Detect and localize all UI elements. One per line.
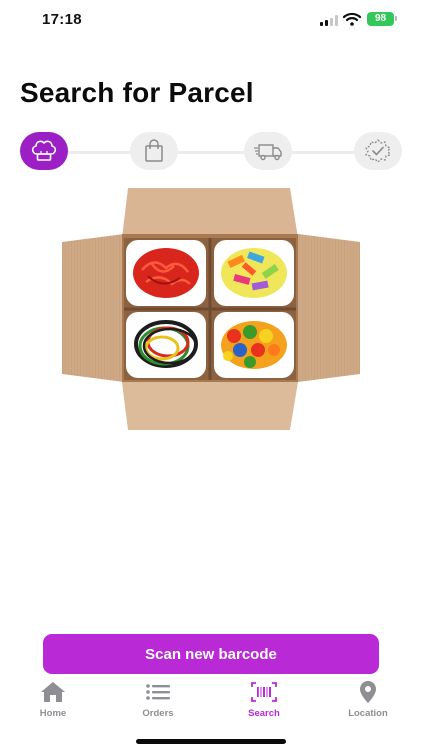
battery-indicator: 98	[367, 12, 394, 26]
badge-check-icon	[365, 139, 391, 163]
step-delivered	[354, 132, 402, 170]
status-time: 17:18	[42, 11, 82, 28]
status-bar: 17:18 98	[0, 0, 422, 40]
step-connector	[292, 151, 354, 154]
shopping-bag-icon	[145, 139, 163, 162]
barcode-icon	[251, 682, 277, 702]
wifi-icon	[343, 12, 361, 26]
step-prepare	[20, 132, 68, 170]
tab-orders[interactable]: Orders	[118, 680, 198, 724]
box-bottom-flap	[122, 382, 298, 430]
list-icon	[146, 684, 170, 700]
progress-steps	[20, 132, 402, 172]
cellular-signal-icon	[320, 15, 340, 26]
chef-hat-icon	[31, 140, 57, 161]
battery-tip	[395, 16, 397, 21]
step-shipping	[244, 132, 292, 170]
tab-search[interactable]: Search	[224, 680, 304, 724]
step-connector	[178, 151, 244, 154]
location-pin-icon	[360, 681, 376, 703]
home-icon	[41, 682, 65, 702]
tab-orders-label: Orders	[142, 708, 174, 719]
candy-cup-gummy-bears	[214, 312, 294, 378]
box-right-flap	[298, 234, 360, 382]
tab-home-label: Home	[39, 708, 67, 719]
step-connector	[68, 151, 130, 154]
page-title: Search for Parcel	[20, 77, 254, 108]
delivery-truck-icon	[254, 144, 282, 161]
step-packed	[130, 132, 178, 170]
scan-new-barcode-button[interactable]: Scan new barcode	[43, 634, 379, 674]
box-left-flap	[62, 234, 124, 382]
tab-bar: Home Orders Search Location	[0, 680, 422, 724]
candy-cup-licorice	[126, 312, 206, 378]
parcel-illustration	[62, 188, 360, 430]
tab-location[interactable]: Location	[328, 680, 408, 724]
tab-search-label: Search	[248, 708, 280, 719]
box-top-flap	[122, 188, 298, 238]
candy-cup-red	[126, 240, 206, 306]
tab-location-label: Location	[348, 708, 388, 719]
home-indicator	[136, 739, 286, 744]
tab-home[interactable]: Home	[13, 680, 93, 724]
candy-cup-sour-strips	[214, 240, 294, 306]
